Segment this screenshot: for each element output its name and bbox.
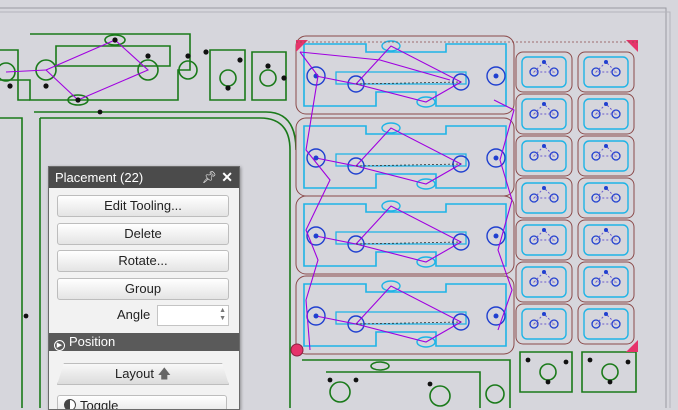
angle-label: Angle	[117, 307, 151, 322]
layout-button[interactable]: Layout 🡅	[57, 363, 229, 385]
layout-label: Layout	[114, 366, 155, 381]
toggle-label: Toggle	[80, 398, 119, 410]
nested-part-2[interactable]	[295, 117, 515, 197]
angle-input[interactable]: ▲ ▼	[157, 305, 229, 326]
panel-title: Placement (22)	[55, 170, 144, 185]
nested-part-4[interactable]	[295, 275, 515, 355]
close-icon[interactable]: ✕	[221, 167, 233, 188]
panel-titlebar[interactable]: Placement (22) 📌︎ ✕	[49, 167, 239, 188]
nested-part-3[interactable]	[295, 195, 515, 275]
position-section-label: Position	[69, 334, 116, 349]
sheet-origin-marker[interactable]	[290, 343, 304, 357]
nested-part-1[interactable]	[295, 35, 515, 115]
arrow-up-icon: 🡅	[157, 366, 172, 381]
expand-icon: ▶	[54, 340, 65, 351]
group-button[interactable]: Group	[57, 278, 229, 300]
position-section-header[interactable]: ▶ Position	[49, 333, 239, 351]
toggle-icon	[64, 399, 76, 409]
placement-panel: Placement (22) 📌︎ ✕ Edit Tooling... Dele…	[48, 166, 240, 410]
rotate-button[interactable]: Rotate...	[57, 250, 229, 272]
pin-icon[interactable]: 📌︎	[202, 167, 217, 188]
edit-tooling-button[interactable]: Edit Tooling...	[57, 195, 229, 217]
delete-button[interactable]: Delete	[57, 223, 229, 245]
angle-spinner-icon[interactable]: ▲ ▼	[219, 307, 226, 323]
